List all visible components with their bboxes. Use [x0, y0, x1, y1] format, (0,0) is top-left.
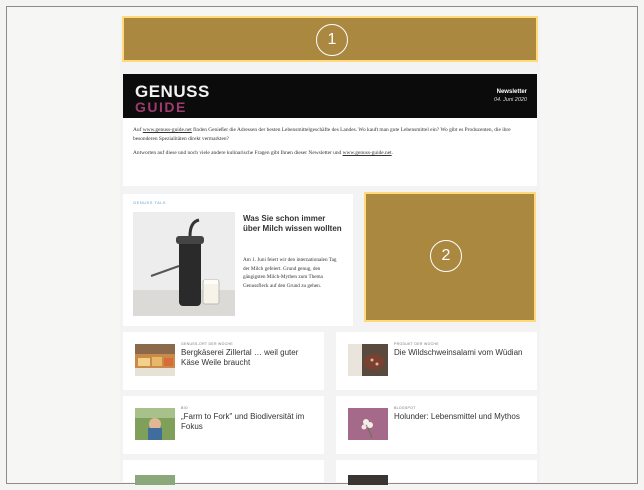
feature-article[interactable]: GENUSS TALK Was Sie schon immer über Mil… [123, 194, 353, 326]
salami-photo [348, 344, 388, 376]
card-title[interactable]: Holunder: Lebensmittel und Mythos [394, 412, 530, 422]
salami-image [348, 344, 388, 376]
partial-article-image [135, 472, 175, 485]
partial-photo [348, 475, 388, 485]
newsletter-header: GENUSS GUIDE Newsletter 04. Juni 2020 [123, 74, 537, 118]
newsletter-date: 04. Juni 2020 [493, 97, 527, 103]
intro-text: Auf [133, 127, 143, 133]
farm-photo [135, 408, 175, 440]
partial-article-image [348, 472, 388, 485]
article-card[interactable]: BIO „Farm to Fork" und Biodiversität im … [123, 396, 324, 454]
article-card-partial[interactable] [123, 460, 324, 485]
article-card-partial[interactable] [336, 460, 537, 485]
newsletter-label: Newsletter [496, 89, 527, 95]
cheese-market-image [135, 344, 175, 376]
card-category-tag: GENUSS-ORT DER WOCHE [181, 342, 233, 346]
intro-text: . [391, 150, 393, 156]
website-link[interactable]: www.genuss-guide.net [343, 150, 392, 156]
intro-paragraph-2: Antworten auf diese und noch viele ander… [133, 149, 527, 158]
card-category-tag: PRODUKT DER WOCHE [394, 342, 439, 346]
feature-teaser: Am 1. Juni feiert wir den internationale… [243, 257, 337, 289]
feature-category-tag: GENUSS TALK [133, 200, 167, 205]
ad-slot-2[interactable]: 2 [364, 192, 536, 322]
cheese-market-photo [135, 344, 175, 376]
elderflower-photo [348, 408, 388, 440]
card-title[interactable]: Die Wildschweinsalami vom Wüdian [394, 348, 530, 358]
newsletter-preview: 1 GENUSS GUIDE Newsletter 04. Juni 2020 … [120, 16, 540, 485]
ad-slot-number-badge: 2 [430, 240, 462, 272]
website-link[interactable]: www.genuss-guide.net [143, 127, 192, 133]
card-category-tag: BIO [181, 406, 188, 410]
article-card[interactable]: BLOGSPOT Holunder: Lebensmittel und Myth… [336, 396, 537, 454]
farm-image [135, 408, 175, 440]
article-card[interactable]: PRODUKT DER WOCHE Die Wildschweinsalami … [336, 332, 537, 390]
intro-text: Antworten auf diese und noch viele ander… [133, 150, 343, 156]
partial-photo [135, 475, 175, 485]
ad-slot-number-badge: 1 [316, 24, 348, 56]
feature-title[interactable]: Was Sie schon immer über Milch wissen wo… [243, 214, 343, 234]
newsletter-meta: Newsletter 04. Juni 2020 [494, 89, 527, 103]
intro-section: Auf www.genuss-guide.net finden Genießer… [123, 118, 537, 186]
card-title[interactable]: Bergkäserei Zillertal … weil guter Käse … [181, 348, 317, 368]
elderflower-image [348, 408, 388, 440]
card-category-tag: BLOGSPOT [394, 406, 416, 410]
intro-paragraph-1: Auf www.genuss-guide.net finden Genießer… [133, 126, 527, 143]
milk-frother-illustration [133, 212, 235, 316]
ad-slot-1[interactable]: 1 [122, 16, 538, 62]
milk-frother-image[interactable] [133, 212, 235, 316]
brand-logo-line2: GUIDE [135, 99, 187, 115]
article-card[interactable]: GENUSS-ORT DER WOCHE Bergkäserei Zillert… [123, 332, 324, 390]
card-title[interactable]: „Farm to Fork" und Biodiversität im Foku… [181, 412, 317, 432]
